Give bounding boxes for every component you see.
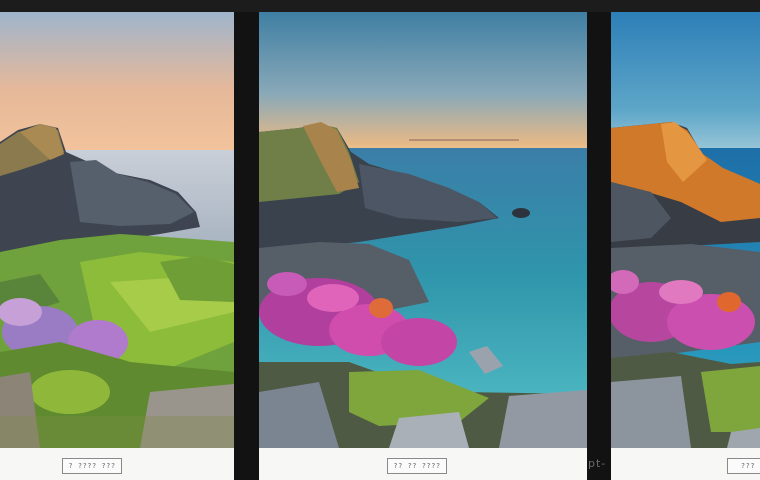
- image-panel-3[interactable]: ???: [611, 12, 760, 480]
- gallery-top-bar: [0, 0, 760, 12]
- coastal-photo-1: [0, 12, 234, 448]
- coastal-photo-3: [611, 12, 760, 448]
- image-panel-1[interactable]: ? ???? ???: [0, 12, 234, 480]
- panel-divider-2: [587, 12, 611, 480]
- caption-label-2: ?? ?? ????: [387, 458, 447, 474]
- caption-strip-3: ???: [611, 448, 760, 480]
- image-panel-2[interactable]: ?? ?? ????: [259, 12, 587, 480]
- panel-divider-1: [234, 12, 259, 480]
- watermark-text: pt-: [588, 457, 607, 470]
- caption-strip-2: ?? ?? ????: [259, 448, 587, 480]
- caption-label-1: ? ???? ???: [62, 458, 122, 474]
- caption-label-3: ???: [727, 458, 760, 474]
- caption-strip-1: ? ???? ???: [0, 448, 234, 480]
- coastal-photo-2: [259, 12, 587, 448]
